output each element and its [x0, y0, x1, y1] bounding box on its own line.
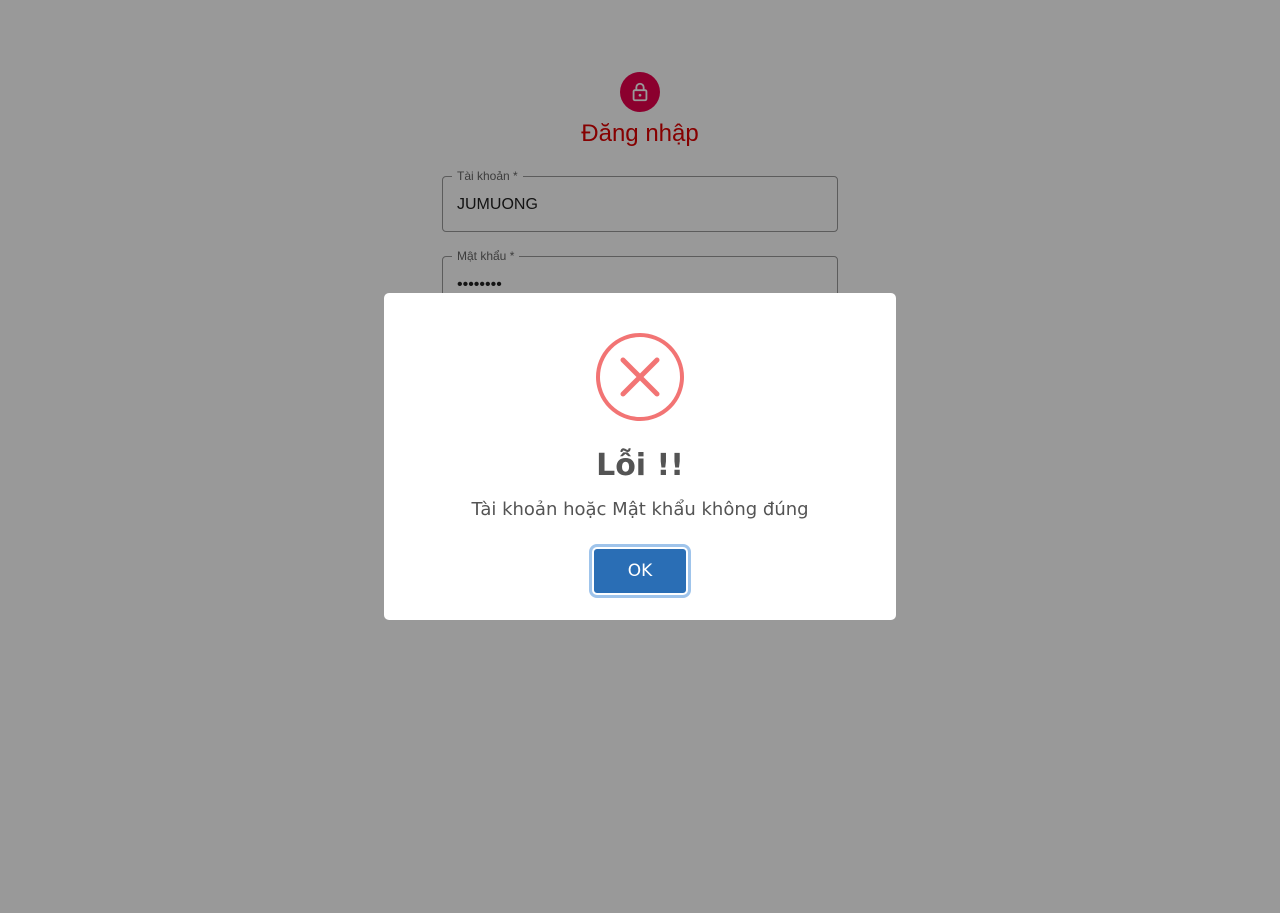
ok-button[interactable]: OK: [589, 544, 691, 598]
dialog-title: Lỗi !!: [596, 448, 684, 483]
error-dialog: Lỗi !! Tài khoản hoặc Mật khẩu không đún…: [384, 293, 896, 620]
error-x-icon: [596, 333, 684, 421]
page: Đăng nhập Tài khoản * JUMUONG Mật khẩu *…: [0, 0, 1280, 913]
dialog-message: Tài khoản hoặc Mật khẩu không đúng: [471, 499, 809, 520]
